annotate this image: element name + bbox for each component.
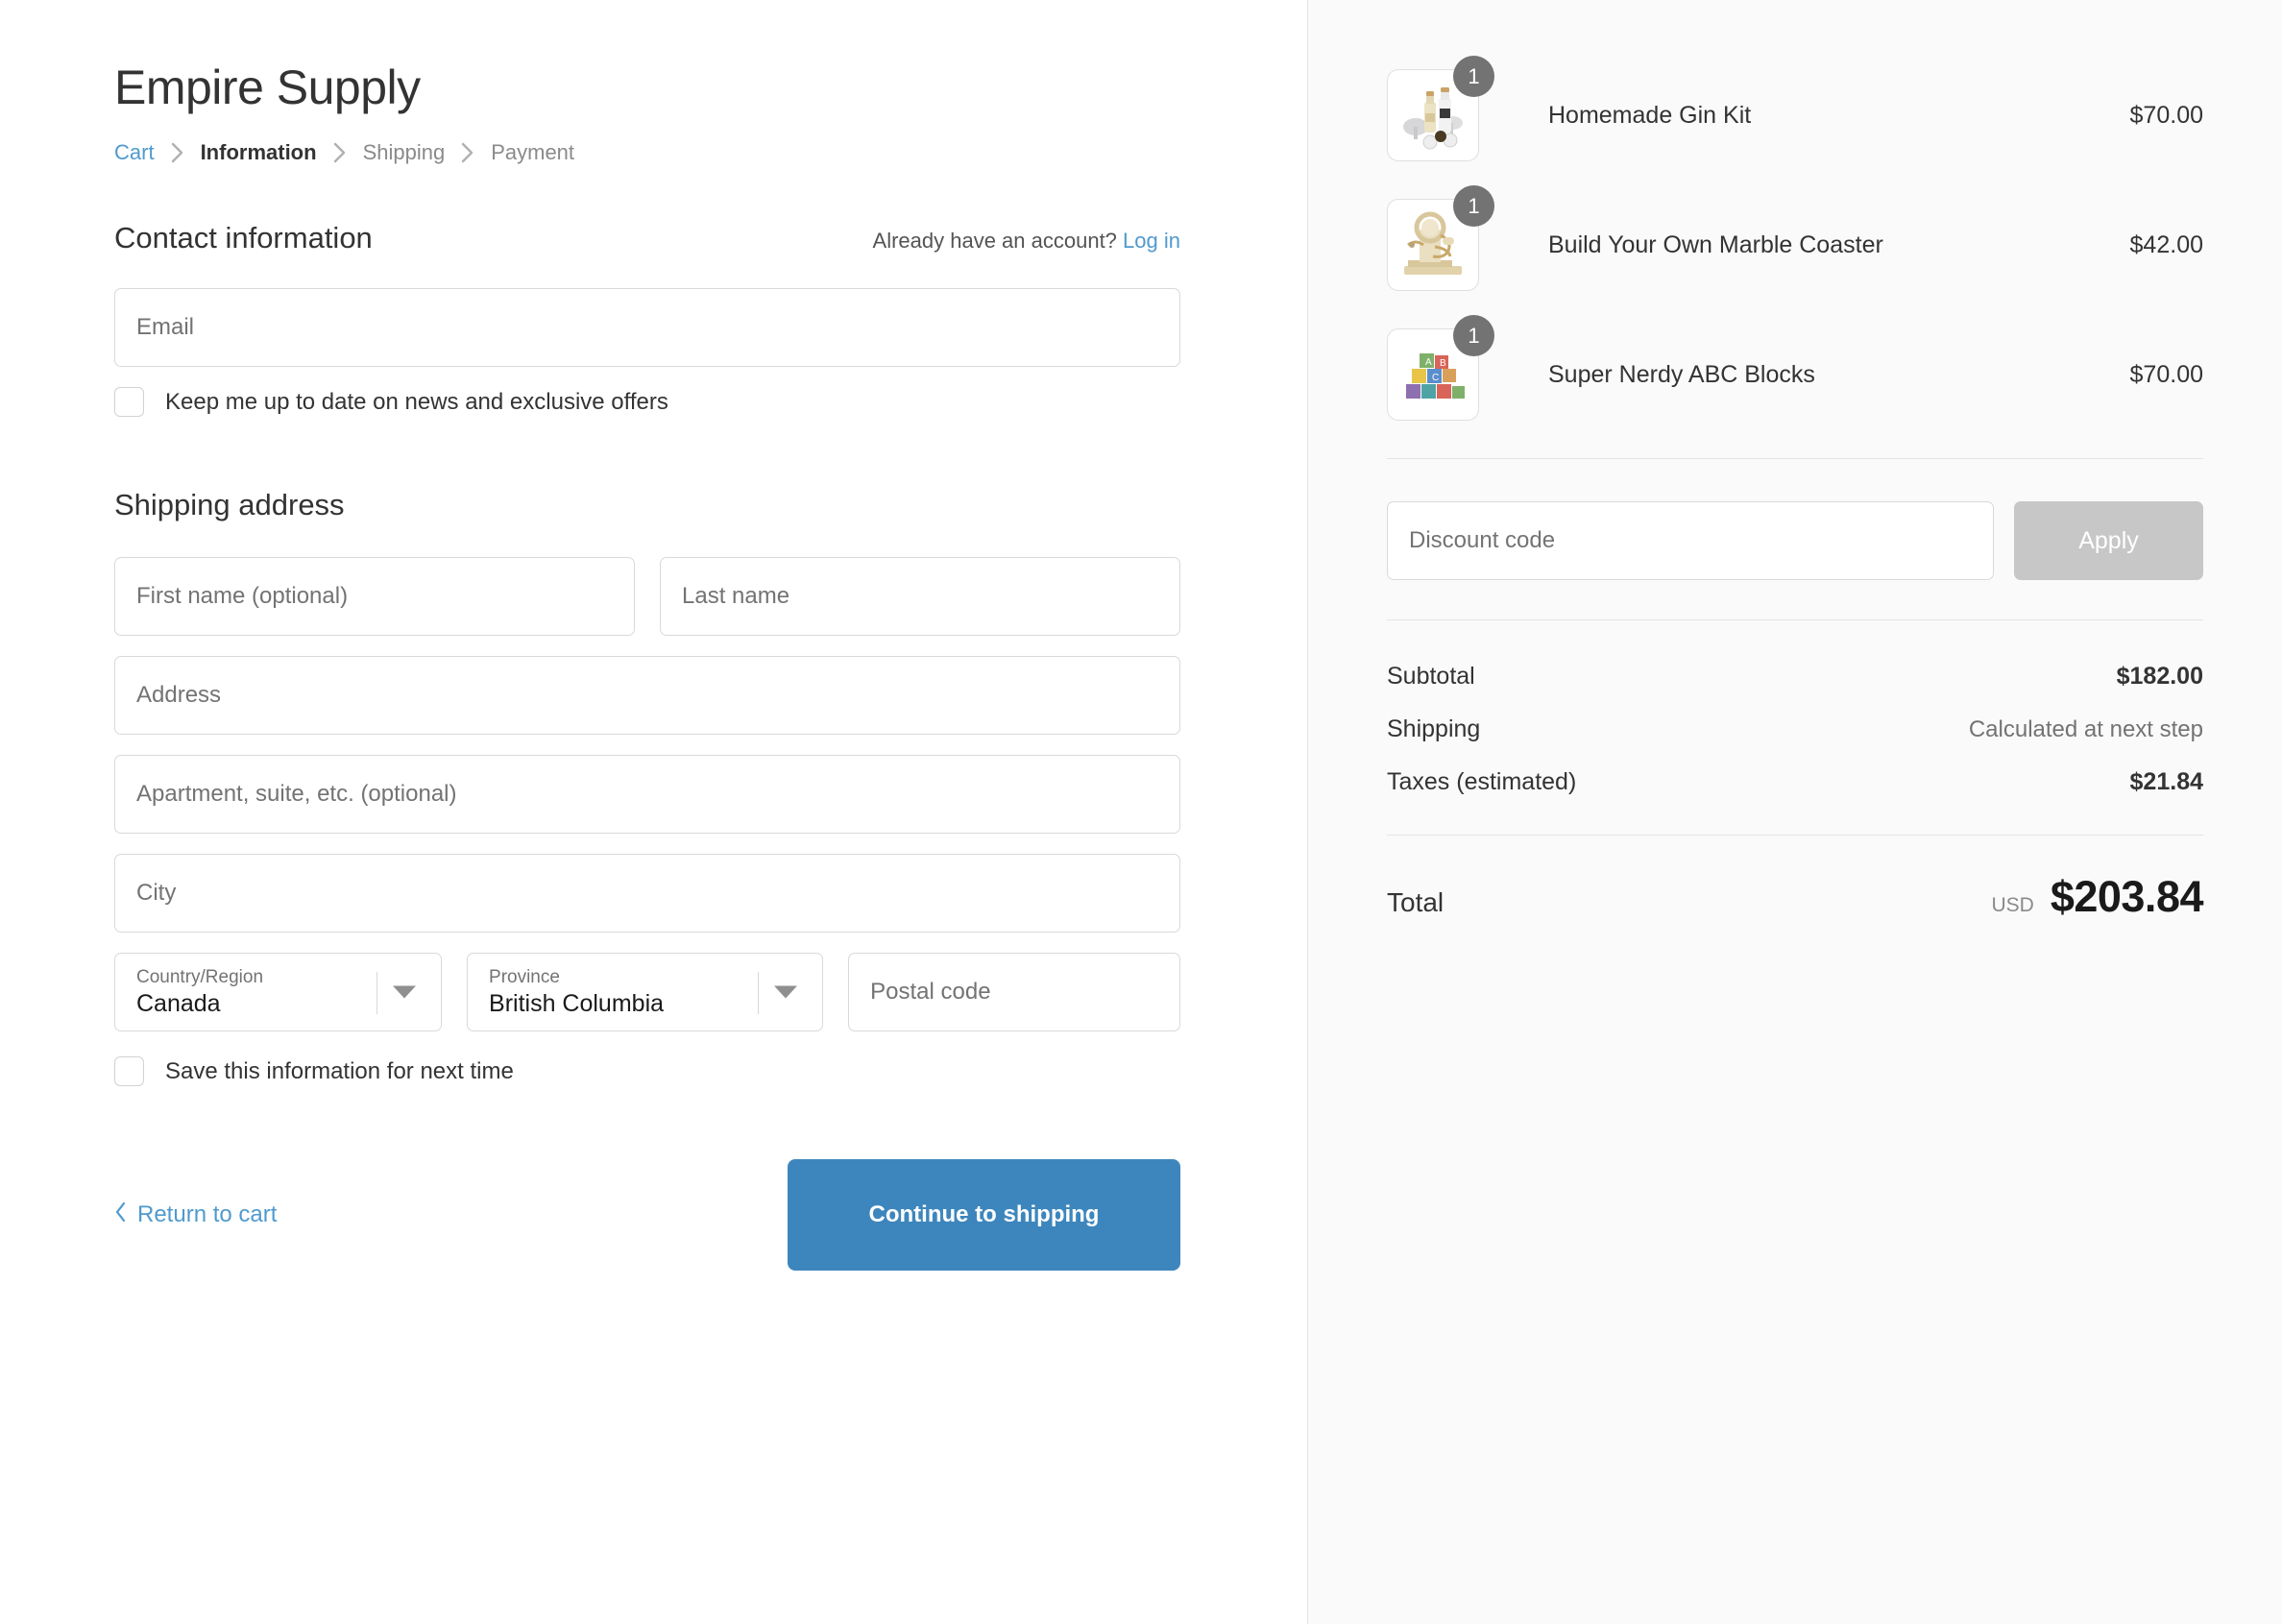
quantity-badge: 1 bbox=[1453, 56, 1494, 97]
checkout-form-column: Empire Supply Cart Information Shipping … bbox=[0, 0, 1307, 1624]
shipping-row: Shipping Calculated at next step bbox=[1387, 715, 2203, 743]
continue-to-shipping-button[interactable]: Continue to shipping bbox=[788, 1159, 1180, 1271]
chevron-down-icon[interactable] bbox=[774, 985, 798, 999]
address-placeholder: Address bbox=[136, 682, 222, 708]
discount-section: Discount code Apply bbox=[1387, 501, 2203, 580]
product-name: Super Nerdy ABC Blocks bbox=[1548, 360, 1815, 388]
divider bbox=[1387, 619, 2203, 620]
save-info-label: Save this information for next time bbox=[165, 1057, 514, 1084]
save-info-checkbox[interactable] bbox=[114, 1056, 144, 1086]
contact-information-section: Contact information Already have an acco… bbox=[114, 221, 1180, 417]
province-select-value: British Columbia bbox=[489, 989, 665, 1017]
subtotal-row: Subtotal $182.00 bbox=[1387, 663, 2203, 691]
grand-total-row: Total USD $203.84 bbox=[1387, 872, 2204, 922]
divider bbox=[1387, 458, 2203, 459]
product-name: Homemade Gin Kit bbox=[1548, 101, 1752, 129]
return-to-cart-link[interactable]: Return to cart bbox=[114, 1201, 277, 1229]
chevron-right-icon bbox=[171, 142, 184, 163]
taxes-value: $21.84 bbox=[2129, 768, 2203, 795]
divider bbox=[1387, 835, 2203, 836]
product-thumbnail-wrap: A B C 1 bbox=[1387, 315, 1494, 421]
newsletter-checkbox[interactable] bbox=[114, 387, 144, 417]
first-name-placeholder: First name (optional) bbox=[136, 583, 349, 609]
chevron-down-icon[interactable] bbox=[393, 985, 417, 999]
discount-code-placeholder: Discount code bbox=[1409, 527, 1556, 553]
quantity-badge: 1 bbox=[1453, 185, 1494, 227]
shipping-label: Shipping bbox=[1387, 715, 1481, 742]
svg-text:C: C bbox=[1432, 373, 1439, 383]
shipping-address-section: Shipping address First name (optional) L… bbox=[114, 488, 1180, 1086]
newsletter-checkbox-row[interactable]: Keep me up to date on news and exclusive… bbox=[114, 387, 1180, 417]
login-prompt: Already have an account? Log in bbox=[873, 229, 1180, 254]
svg-text:A: A bbox=[1425, 357, 1432, 368]
breadcrumb-item-cart[interactable]: Cart bbox=[114, 140, 155, 165]
select-divider bbox=[758, 972, 760, 1014]
province-select-label: Province bbox=[489, 967, 560, 987]
select-divider bbox=[376, 972, 378, 1014]
save-info-checkbox-row[interactable]: Save this information for next time bbox=[114, 1056, 1180, 1086]
shipping-address-heading: Shipping address bbox=[114, 488, 345, 521]
total-amount: $203.84 bbox=[2050, 872, 2204, 921]
product-price: $70.00 bbox=[2129, 360, 2203, 388]
login-prompt-text: Already have an account? bbox=[872, 229, 1117, 253]
breadcrumb: Cart Information Shipping Payment bbox=[114, 140, 1180, 165]
form-actions: Return to cart Continue to shipping bbox=[114, 1159, 1180, 1271]
shipping-value: Calculated at next step bbox=[1968, 716, 2203, 742]
apply-discount-button[interactable]: Apply bbox=[2014, 501, 2203, 580]
breadcrumb-item-payment: Payment bbox=[491, 140, 575, 164]
list-item: 1 Homemade Gin Kit $70.00 bbox=[1387, 56, 2203, 161]
taxes-label: Taxes (estimated) bbox=[1387, 768, 1577, 795]
email-placeholder: Email bbox=[136, 314, 195, 340]
city-placeholder: City bbox=[136, 880, 177, 906]
subtotal-label: Subtotal bbox=[1387, 663, 1475, 690]
last-name-placeholder: Last name bbox=[682, 583, 790, 609]
product-price: $70.00 bbox=[2129, 101, 2203, 129]
totals-section: Subtotal $182.00 Shipping Calculated at … bbox=[1387, 663, 2203, 796]
taxes-row: Taxes (estimated) $21.84 bbox=[1387, 768, 2203, 796]
list-item: 1 Build Your Own Marble Coaster $42.00 bbox=[1387, 185, 2203, 291]
order-summary-sidebar: 1 Homemade Gin Kit $70.00 1 Build Your O… bbox=[1307, 0, 2282, 1624]
region-row: Country/Region Canada Province British C… bbox=[114, 953, 1180, 1031]
name-row: First name (optional) Last name bbox=[114, 557, 1180, 636]
log-in-link[interactable]: Log in bbox=[1123, 229, 1180, 253]
discount-code-input[interactable]: Discount code bbox=[1387, 501, 1994, 580]
product-thumbnail-wrap: 1 bbox=[1387, 56, 1494, 161]
product-name: Build Your Own Marble Coaster bbox=[1548, 230, 1883, 258]
last-name-field[interactable]: Last name bbox=[660, 557, 1180, 636]
total-amount-group: USD $203.84 bbox=[1991, 872, 2203, 922]
chevron-right-icon bbox=[333, 142, 347, 163]
city-field[interactable]: City bbox=[114, 854, 1180, 933]
apartment-field[interactable]: Apartment, suite, etc. (optional) bbox=[114, 755, 1180, 834]
page-title: Empire Supply bbox=[114, 61, 421, 114]
breadcrumb-item-information: Information bbox=[200, 140, 317, 164]
contact-information-heading: Contact information bbox=[114, 221, 373, 255]
checkout-page: Empire Supply Cart Information Shipping … bbox=[0, 0, 2282, 1624]
currency-code: USD bbox=[1991, 894, 2034, 916]
total-label: Total bbox=[1387, 887, 1444, 917]
return-to-cart-label: Return to cart bbox=[137, 1201, 278, 1227]
chevron-right-icon bbox=[461, 142, 474, 163]
product-thumbnail-wrap: 1 bbox=[1387, 185, 1494, 291]
country-select[interactable]: Country/Region Canada bbox=[114, 953, 443, 1031]
quantity-badge: 1 bbox=[1453, 315, 1494, 356]
list-item: A B C 1 Super Nerdy ABC Blocks $70.00 bbox=[1387, 315, 2203, 421]
first-name-field[interactable]: First name (optional) bbox=[114, 557, 635, 636]
province-select[interactable]: Province British Columbia bbox=[467, 953, 824, 1031]
email-field[interactable]: Email bbox=[114, 288, 1180, 367]
subtotal-value: $182.00 bbox=[2116, 663, 2203, 690]
postal-code-placeholder: Postal code bbox=[870, 979, 991, 1005]
postal-code-field[interactable]: Postal code bbox=[848, 953, 1180, 1031]
address-field[interactable]: Address bbox=[114, 656, 1180, 735]
breadcrumb-item-shipping: Shipping bbox=[362, 140, 446, 164]
newsletter-label: Keep me up to date on news and exclusive… bbox=[165, 388, 668, 415]
chevron-left-icon bbox=[114, 1201, 127, 1229]
svg-text:B: B bbox=[1440, 358, 1446, 369]
apartment-placeholder: Apartment, suite, etc. (optional) bbox=[136, 781, 457, 807]
product-price: $42.00 bbox=[2129, 230, 2203, 258]
